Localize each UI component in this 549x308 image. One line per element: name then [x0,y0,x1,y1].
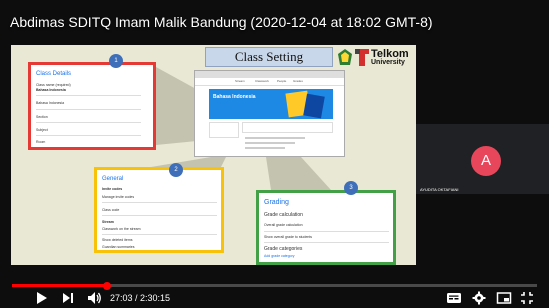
divider [102,202,217,203]
panel-row: Class code [102,208,120,212]
panel-row: Guardian summaries [102,245,135,249]
telkom-t-icon [355,49,369,66]
miniplayer-icon[interactable] [496,291,512,305]
divider [36,122,141,123]
classroom-screenshot: Stream Classwork People Grades Bahasa In… [194,70,345,157]
panel-row: Add grade category [264,254,295,258]
divider [264,231,389,232]
panel-row: Stream [102,220,114,224]
grading-panel: Grading Grade calculation Overall grade … [256,190,396,265]
callout-badge-2: 2 [169,163,183,177]
volume-icon[interactable] [87,291,102,305]
panel-title: Grading [264,199,289,206]
tab-stream: Stream [235,79,245,83]
panel-row: Overall grade calculation [264,223,303,227]
school-emblem-icon [338,49,352,65]
stream-line [245,137,305,139]
panel-row: Invite codes [102,187,123,191]
callout-badge-3: 3 [344,181,358,195]
brand-sub: University [371,59,405,66]
announce-box [242,122,333,133]
class-details-panel: Class Details Class name (required) Baha… [28,62,156,150]
tab-classwork: Classwork [255,79,269,83]
stream-line [245,142,295,144]
exit-fullscreen-icon[interactable] [520,291,534,305]
progress-scrubber[interactable] [102,282,111,290]
next-icon[interactable] [62,291,74,305]
upcoming-box [209,122,239,138]
panel-row: Show deleted items [102,238,133,242]
callout-badge-1: 1 [109,54,123,68]
panel-row: Bahasa Indonesia [36,101,65,105]
panel-row: Manage invite codes [102,195,135,199]
video-player[interactable]: Abdimas SDITQ Imam Malik Bandung (2020-1… [0,0,549,308]
panel-title: General [102,176,124,182]
telkom-university-logo: Telkom University [355,48,415,68]
divider [264,242,389,243]
play-icon[interactable] [36,291,48,305]
panel-row: Show overall grade to students [264,235,313,239]
class-banner: Bahasa Indonesia [209,89,333,119]
panel-row: Grade categories [264,246,303,252]
video-title: Abdimas SDITQ Imam Malik Bandung (2020-1… [10,14,433,30]
divider [36,109,141,110]
class-name: Bahasa Indonesia [213,94,256,100]
progress-played [12,284,107,287]
avatar: A [471,146,501,176]
divider [36,135,141,136]
panel-row: Grade calculation [264,212,303,218]
participant-tile: A AYUDITA OKTAFIANI [416,124,549,194]
presentation-slide: Class Setting Telkom University Stream C… [11,45,416,265]
tab-people: People [277,79,287,83]
panel-title: Class Details [36,71,72,77]
panel-row: Bahasa Indonesia [36,88,66,92]
participant-name: AYUDITA OKTAFIANI [420,187,459,192]
panel-row: Subject [36,128,48,132]
panel-row: Section [36,115,48,119]
tab-grades: Grades [293,79,303,83]
general-panel: General Invite codes Manage invite codes… [94,167,224,253]
divider [102,234,217,235]
subtitles-icon[interactable] [446,291,462,305]
time-display: 27:03 / 2:30:15 [110,293,171,303]
panel-row: Classwork on the stream [102,227,141,231]
book-illustration [303,93,325,119]
slide-header: Class Setting [205,47,333,67]
browser-bar [195,71,344,78]
panel-row: Room [36,140,46,144]
divider [36,95,141,96]
settings-gear-icon[interactable] [472,291,486,305]
divider [102,215,217,216]
classroom-nav: Stream Classwork People Grades [195,78,344,86]
stream-line [245,147,285,149]
